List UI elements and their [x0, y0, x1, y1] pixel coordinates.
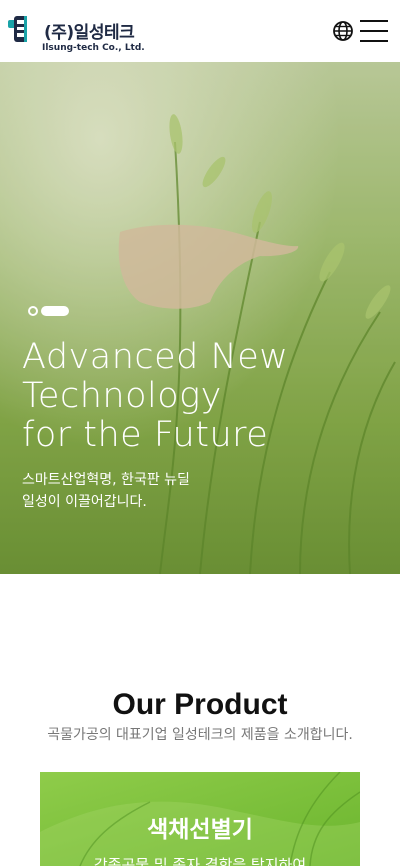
logo-korean-text: (주)일성테크: [44, 23, 135, 43]
hero-title-line: Advanced New: [22, 337, 289, 377]
section-subtitle: 곡물가공의 대표기업 일성테크의 제품을 소개합니다.: [47, 727, 353, 743]
product-card-title: 색채선별기: [147, 817, 253, 843]
company-logo[interactable]: (주)일성테크 Ilsung-tech Co., Ltd.: [8, 12, 148, 56]
hero-subtitle: 스마트산업혁명, 한국판 뉴딜 일성이 이끌어갑니다.: [22, 469, 190, 513]
logo-mark-icon: [8, 16, 27, 42]
slide-dot-2-active[interactable]: [41, 306, 69, 316]
slide-dot-1[interactable]: [28, 306, 38, 316]
slide-indicator: [28, 306, 78, 316]
site-header: (주)일성테크 Ilsung-tech Co., Ltd.: [0, 0, 400, 62]
hero-title: Advanced New Technology for the Future: [22, 338, 288, 455]
hero-subtitle-line: 일성이 이끌어갑니다.: [22, 494, 147, 510]
hero-title-line: Technology: [22, 376, 222, 416]
hero-title-line: for the Future: [22, 415, 269, 455]
logo-english-text: Ilsung-tech Co., Ltd.: [42, 43, 145, 53]
product-card-description: 각종곡물 및 종자 결함을 탐지하여: [93, 856, 307, 866]
product-section: Our Product 곡물가공의 대표기업 일성테크의 제품을 소개합니다. …: [0, 574, 400, 866]
hamburger-menu-icon[interactable]: [360, 19, 388, 43]
hero-subtitle-line: 스마트산업혁명, 한국판 뉴딜: [22, 472, 190, 488]
product-card-color-sorter[interactable]: 색채선별기 각종곡물 및 종자 결함을 탐지하여: [40, 772, 360, 866]
section-title: Our Product: [112, 688, 288, 721]
hero-banner: Advanced New Technology for the Future 스…: [0, 62, 400, 574]
globe-icon[interactable]: [332, 20, 354, 42]
